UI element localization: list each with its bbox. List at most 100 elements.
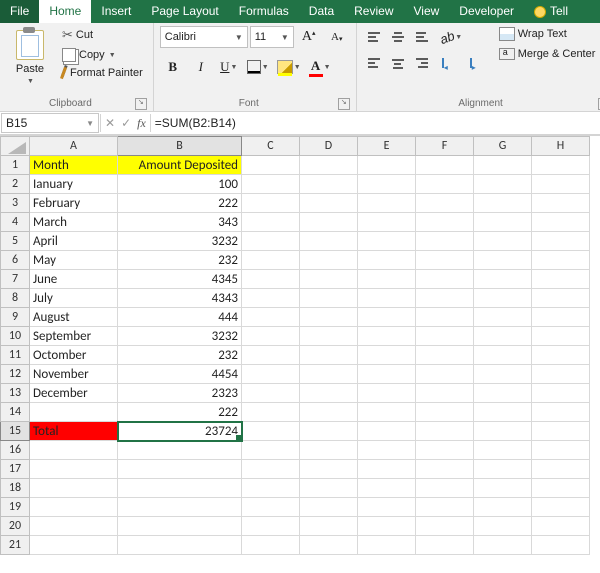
cell-G14[interactable]	[474, 403, 532, 422]
cell-H6[interactable]	[532, 251, 590, 270]
cell-A14[interactable]	[30, 403, 118, 422]
tab-home[interactable]: Home	[39, 0, 91, 23]
cell-E1[interactable]	[358, 156, 416, 175]
cell-E11[interactable]	[358, 346, 416, 365]
cut-button[interactable]: ✂Cut	[58, 25, 147, 45]
cell-A20[interactable]	[30, 517, 118, 536]
cell-E16[interactable]	[358, 441, 416, 460]
cell-H5[interactable]	[532, 232, 590, 251]
underline-button[interactable]: U▼	[216, 55, 242, 79]
cell-G3[interactable]	[474, 194, 532, 213]
cell-D4[interactable]	[300, 213, 358, 232]
cell-G16[interactable]	[474, 441, 532, 460]
cell-F2[interactable]	[416, 175, 474, 194]
tab-file[interactable]: File	[0, 0, 39, 23]
cell-A6[interactable]: May	[30, 251, 118, 270]
cell-A17[interactable]	[30, 460, 118, 479]
cell-F12[interactable]	[416, 365, 474, 384]
cell-H1[interactable]	[532, 156, 590, 175]
cell-B3[interactable]: 222	[118, 194, 242, 213]
cell-G20[interactable]	[474, 517, 532, 536]
cell-H19[interactable]	[532, 498, 590, 517]
wrap-text-button[interactable]: Wrap Text	[495, 25, 600, 43]
row-header-15[interactable]: 15	[1, 422, 30, 441]
cell-B16[interactable]	[118, 441, 242, 460]
bold-button[interactable]: B	[160, 55, 186, 79]
cell-D1[interactable]	[300, 156, 358, 175]
cell-G21[interactable]	[474, 536, 532, 555]
formula-input[interactable]: =SUM(B2:B14)	[151, 112, 600, 134]
cell-A5[interactable]: April	[30, 232, 118, 251]
cell-G4[interactable]	[474, 213, 532, 232]
cell-F20[interactable]	[416, 517, 474, 536]
cell-G11[interactable]	[474, 346, 532, 365]
cell-D5[interactable]	[300, 232, 358, 251]
cell-A4[interactable]: March	[30, 213, 118, 232]
cell-D17[interactable]	[300, 460, 358, 479]
cell-H18[interactable]	[532, 479, 590, 498]
cell-C3[interactable]	[242, 194, 300, 213]
cell-H2[interactable]	[532, 175, 590, 194]
col-header-G[interactable]: G	[474, 137, 532, 156]
cell-G5[interactable]	[474, 232, 532, 251]
cell-F11[interactable]	[416, 346, 474, 365]
cell-C5[interactable]	[242, 232, 300, 251]
row-header-12[interactable]: 12	[1, 365, 30, 384]
decrease-font-button[interactable]: A▾	[324, 25, 350, 49]
col-header-B[interactable]: B	[118, 137, 242, 156]
cell-H10[interactable]	[532, 327, 590, 346]
tab-review[interactable]: Review	[344, 0, 403, 23]
cell-E9[interactable]	[358, 308, 416, 327]
cell-C15[interactable]	[242, 422, 300, 441]
align-center-button[interactable]	[387, 51, 409, 75]
cell-E19[interactable]	[358, 498, 416, 517]
cell-C8[interactable]	[242, 289, 300, 308]
cell-E10[interactable]	[358, 327, 416, 346]
cell-A12[interactable]: November	[30, 365, 118, 384]
cell-B7[interactable]: 4345	[118, 270, 242, 289]
cell-B1[interactable]: Amount Deposited	[118, 156, 242, 175]
row-header-8[interactable]: 8	[1, 289, 30, 308]
cell-B4[interactable]: 343	[118, 213, 242, 232]
cell-E5[interactable]	[358, 232, 416, 251]
cell-H20[interactable]	[532, 517, 590, 536]
enter-formula-icon[interactable]: ✓	[121, 116, 131, 130]
cell-D8[interactable]	[300, 289, 358, 308]
row-header-11[interactable]: 11	[1, 346, 30, 365]
cell-H4[interactable]	[532, 213, 590, 232]
cell-C11[interactable]	[242, 346, 300, 365]
cell-G7[interactable]	[474, 270, 532, 289]
cell-F3[interactable]	[416, 194, 474, 213]
cell-D10[interactable]	[300, 327, 358, 346]
row-header-18[interactable]: 18	[1, 479, 30, 498]
cell-A18[interactable]	[30, 479, 118, 498]
cell-G10[interactable]	[474, 327, 532, 346]
cell-E18[interactable]	[358, 479, 416, 498]
fill-color-button[interactable]: ▼	[274, 55, 304, 79]
cell-A15[interactable]: Total	[30, 422, 118, 441]
cell-C2[interactable]	[242, 175, 300, 194]
cell-H17[interactable]	[532, 460, 590, 479]
tab-page-layout[interactable]: Page Layout	[141, 0, 228, 23]
cell-B20[interactable]	[118, 517, 242, 536]
align-bottom-button[interactable]	[411, 25, 433, 49]
cell-A13[interactable]: December	[30, 384, 118, 403]
cell-A11[interactable]: Octomber	[30, 346, 118, 365]
cell-F16[interactable]	[416, 441, 474, 460]
fx-icon[interactable]: fx	[137, 116, 146, 131]
cell-C13[interactable]	[242, 384, 300, 403]
italic-button[interactable]: I	[188, 55, 214, 79]
col-header-A[interactable]: A	[30, 137, 118, 156]
cell-A10[interactable]: September	[30, 327, 118, 346]
paste-button[interactable]: Paste ▼	[6, 25, 54, 97]
cell-G17[interactable]	[474, 460, 532, 479]
cell-F13[interactable]	[416, 384, 474, 403]
cell-D20[interactable]	[300, 517, 358, 536]
align-right-button[interactable]	[411, 51, 433, 75]
col-header-E[interactable]: E	[358, 137, 416, 156]
cell-C7[interactable]	[242, 270, 300, 289]
align-left-button[interactable]	[363, 51, 385, 75]
tab-developer[interactable]: Developer	[449, 0, 524, 23]
cell-F7[interactable]	[416, 270, 474, 289]
cell-H7[interactable]	[532, 270, 590, 289]
